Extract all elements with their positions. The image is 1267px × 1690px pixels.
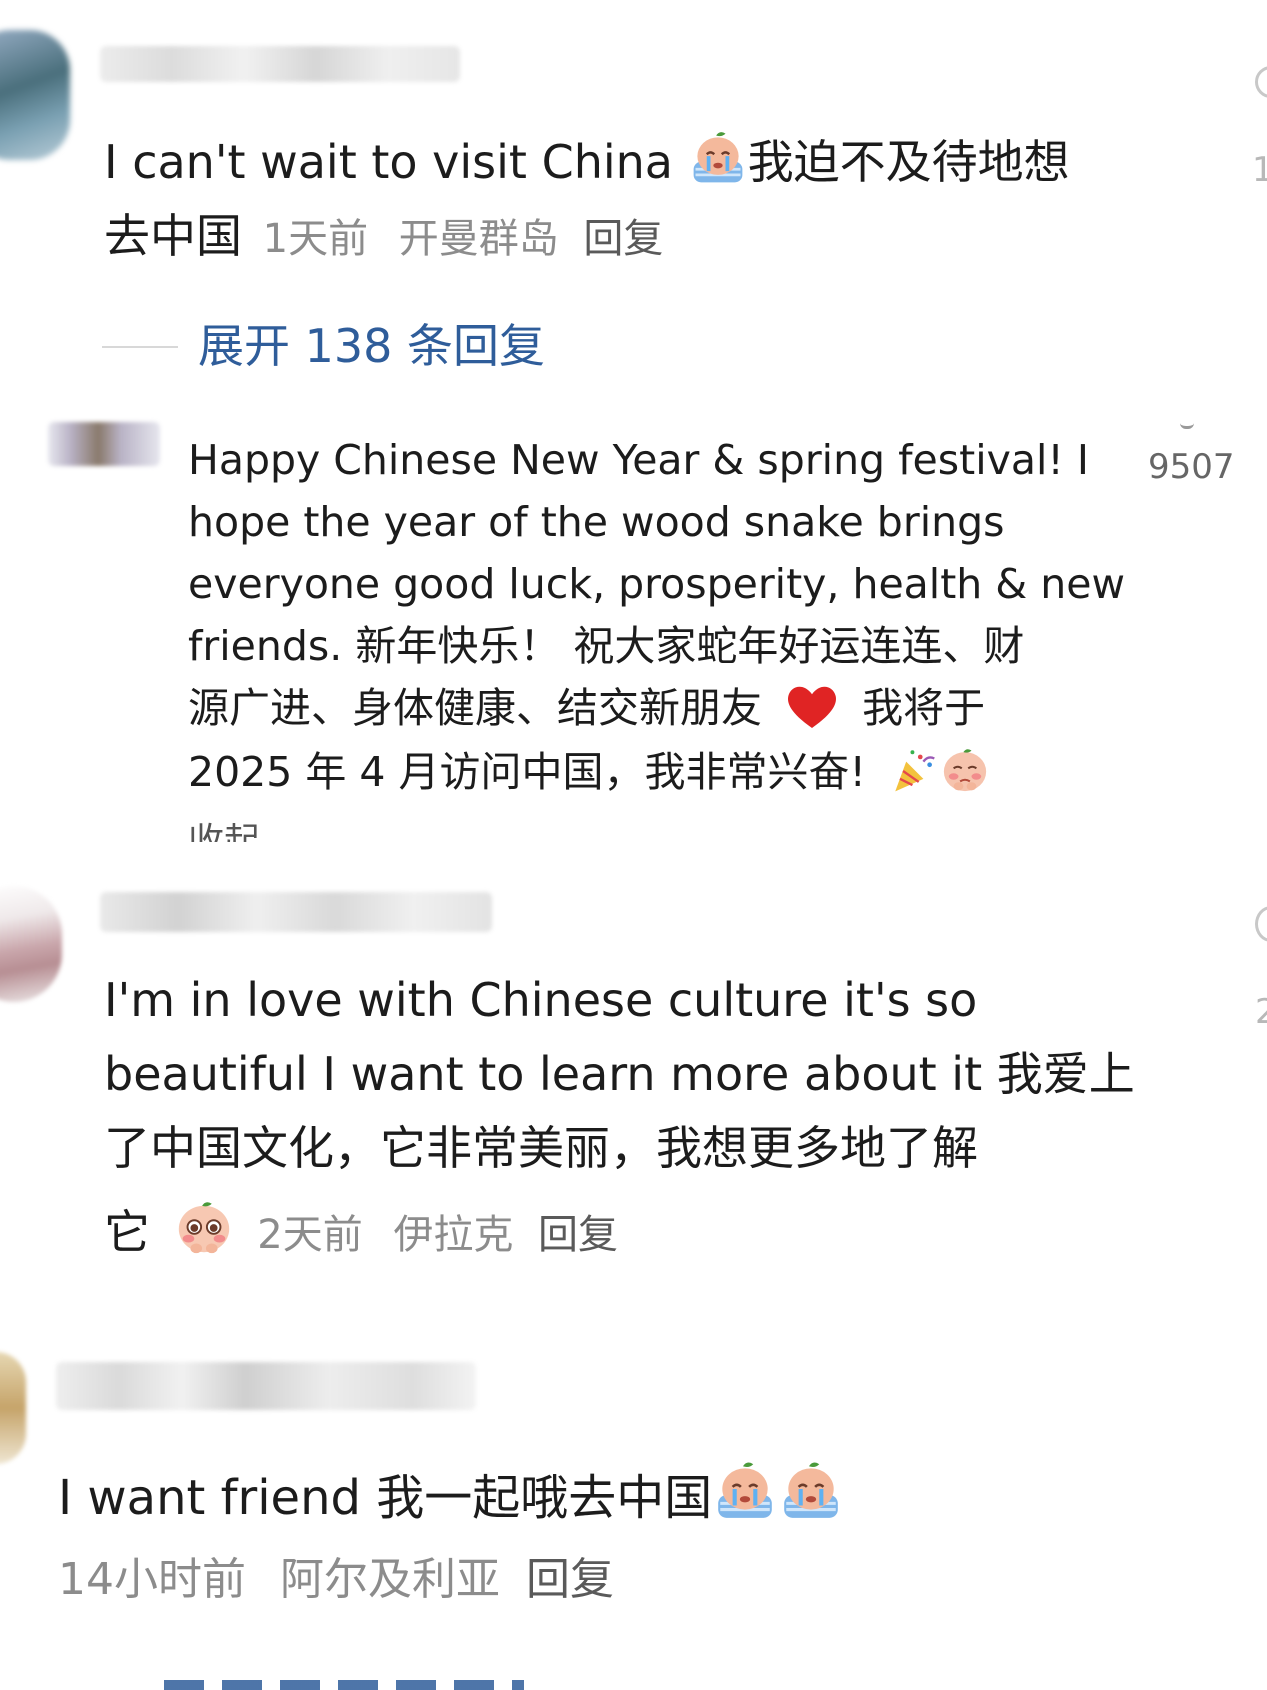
comment-location: 开曼群岛 (398, 216, 559, 262)
comment-time: 2天前 (257, 1212, 363, 1258)
comment-line: hope the year of the wood snake brings (188, 498, 1005, 546)
crying-emoji-icon (688, 128, 748, 188)
side-icon-1[interactable] (1255, 66, 1267, 98)
avatar[interactable] (0, 30, 70, 160)
reply-button[interactable]: 回复 (526, 1554, 614, 1605)
comment-line: 它 2天前 伊拉克 回复 (104, 1196, 618, 1263)
expand-replies-button[interactable]: 展开 138 条回复 (198, 318, 545, 374)
username[interactable] (56, 1362, 476, 1410)
comment-meta: 14小时前 阿尔及利亚 回复 (58, 1552, 614, 1608)
comment-line: 源广进、身体健康、结交新朋友 我将于 (188, 682, 985, 734)
comment-time: 14小时前 (58, 1554, 246, 1605)
comment-text-main: I want friend 我一起哦去中国 (58, 1470, 713, 1526)
collapse-button[interactable]: 收起 (188, 820, 308, 842)
comment-line: I'm in love with Chinese culture it's so (104, 973, 978, 1027)
reply-button[interactable]: 回复 (583, 216, 663, 262)
comment-text-cn-2: 去中国 (104, 209, 242, 263)
comment-location: 伊拉克 (393, 1212, 514, 1258)
avatar[interactable] (0, 886, 62, 1002)
comment-line-5b: 我将于 (862, 684, 986, 732)
like-button[interactable] (1180, 418, 1194, 429)
comment-text-en: I can't wait to visit China (104, 135, 688, 189)
comment-text-line2: 去中国 1天前 开曼群岛 回复 (104, 208, 663, 267)
comment-time: 1天前 (262, 216, 369, 262)
divider-line (102, 346, 178, 348)
red-heart-icon (785, 682, 839, 730)
blushing-emoji-icon (173, 1196, 235, 1258)
reply-button[interactable]: 回复 (538, 1212, 618, 1258)
comment-text: I can't wait to visit China 我迫不及待地想 (104, 128, 1070, 190)
comment-line: friends. 新年快乐！ 祝大家蛇年好运连连、财 (188, 622, 1025, 670)
comment-line-4: 它 (104, 1205, 150, 1259)
side-icon-2[interactable] (1255, 906, 1267, 942)
avatar[interactable] (0, 1352, 26, 1464)
comment-line: beautiful I want to learn more about it … (104, 1047, 1135, 1101)
comment-line: 了中国文化，它非常美丽，我想更多地了解 (104, 1121, 978, 1175)
username[interactable] (100, 892, 492, 932)
comment-line: everyone good luck, prosperity, health &… (188, 560, 1126, 608)
pleading-emoji-icon (939, 744, 991, 796)
username[interactable] (48, 422, 160, 466)
expand-replies-partial[interactable] (164, 1680, 524, 1690)
party-popper-icon (889, 746, 939, 796)
comment-line-5: 源广进、身体健康、结交新朋友 (188, 684, 762, 732)
like-count: 9507 (1148, 447, 1235, 487)
comment-line: 2025 年 4 月访问中国，我非常兴奋! (188, 744, 991, 798)
crying-emoji-icon (712, 1458, 778, 1524)
username[interactable] (100, 46, 460, 82)
comment-line: Happy Chinese New Year & spring festival… (188, 436, 1089, 484)
comment-location: 阿尔及利亚 (280, 1554, 500, 1605)
side-count-2: 2 (1255, 992, 1267, 1032)
side-count-1: 1 (1252, 150, 1267, 190)
collapse-clip: 收起 (188, 820, 308, 842)
comment-text: I want friend 我一起哦去中国 (58, 1458, 844, 1528)
comment-text-cn: 我迫不及待地想 (747, 135, 1070, 189)
comment-line-6: 2025 年 4 月访问中国，我非常兴奋! (188, 748, 866, 796)
crying-emoji-icon (778, 1458, 844, 1524)
